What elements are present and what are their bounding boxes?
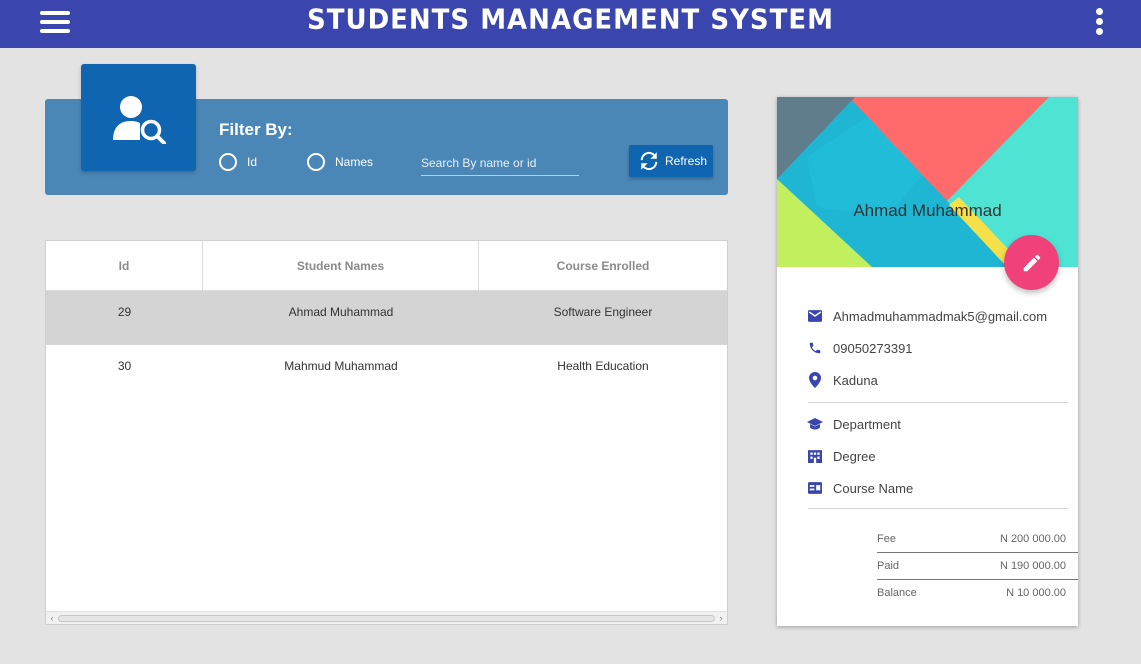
search-input[interactable] [421,150,579,176]
profile-course-row: Course Name [807,478,913,498]
cell-id: 30 [117,359,132,373]
profile-name: Ahmad Muhammad [853,201,1002,220]
table-row[interactable]: 30 Mahmud Muhammad Health Education [46,345,727,399]
radio-id[interactable]: Id [219,153,257,171]
app-title: STUDENTS MANAGEMENT SYSTEM [307,4,834,36]
fee-label: Fee [877,533,896,545]
students-table: Id Student Names Course Enrolled 29 Ahma… [45,240,728,625]
profile-email-row: Ahmadmuhammadmak5@gmail.com [807,306,1047,326]
profile-course: Course Name [833,480,914,496]
id-card-icon [807,480,823,496]
profile-location: Kaduna [833,372,878,388]
fee-row-balance: Balance N 10 000.00 [877,583,1078,605]
profile-department: Department [833,416,901,432]
profile-department-row: Department [807,414,901,434]
phone-icon [807,340,823,356]
column-header-student-names[interactable]: Student Names [203,241,479,291]
column-header-course-enrolled[interactable]: Course Enrolled [479,241,727,291]
graduation-cap-icon [807,416,823,432]
table-row[interactable]: 29 Ahmad Muhammad Software Engineer [46,291,727,345]
cell-course: Software Engineer [553,305,653,319]
scroll-thumb[interactable] [58,615,715,622]
profile-phone-row: 09050273391 [807,338,913,358]
radio-names[interactable]: Names [307,153,373,171]
cell-course: Health Education [557,359,649,373]
filter-icon-box [81,64,196,171]
fee-row-fee: Fee N 200 000.00 [877,529,1078,551]
radio-circle[interactable] [219,153,237,171]
divider [808,508,1068,509]
cell-id: 29 [117,305,132,319]
profile-phone: 09050273391 [833,340,913,356]
filter-label: Filter By: [219,120,293,139]
location-pin-icon [807,372,823,388]
balance-label: Balance [877,587,917,599]
divider [877,579,1078,580]
more-vert-icon[interactable] [1095,8,1105,36]
edit-profile-button[interactable] [1004,235,1059,290]
profile-card: Ahmad Muhammad Ahmadmuhammadmak5@gmail.c… [777,97,1078,626]
horizontal-scrollbar[interactable]: ‹ › [46,611,727,624]
fee-value: N 200 000.00 [999,533,1066,545]
user-search-icon [113,96,166,144]
email-icon [807,308,823,324]
pencil-icon [1023,254,1041,272]
column-header-id[interactable]: Id [46,241,203,291]
cell-student-name: Mahmud Muhammad [284,359,398,373]
paid-value: N 190 000.00 [999,560,1066,572]
divider [808,402,1068,403]
profile-degree: Degree [833,448,876,464]
balance-value: N 10 000.00 [1006,587,1066,599]
cell-student-name: Ahmad Muhammad [288,305,394,319]
scroll-right-icon[interactable]: › [716,612,726,624]
refresh-label: Refresh [665,154,708,168]
radio-circle[interactable] [307,153,325,171]
fee-row-paid: Paid N 190 000.00 [877,556,1078,578]
table-header: Id Student Names Course Enrolled [46,241,727,291]
profile-location-row: Kaduna [807,370,878,390]
building-icon [807,448,823,464]
radio-names-label: Names [335,155,374,169]
paid-label: Paid [877,560,900,572]
radio-id-label: Id [247,155,258,169]
refresh-button[interactable]: Refresh [629,145,713,177]
profile-degree-row: Degree [807,446,876,466]
profile-email: Ahmadmuhammadmak5@gmail.com [833,308,1048,324]
top-app-bar: STUDENTS MANAGEMENT SYSTEM [0,0,1141,48]
divider [877,552,1078,553]
scroll-left-icon[interactable]: ‹ [47,612,57,624]
refresh-icon [640,151,658,171]
